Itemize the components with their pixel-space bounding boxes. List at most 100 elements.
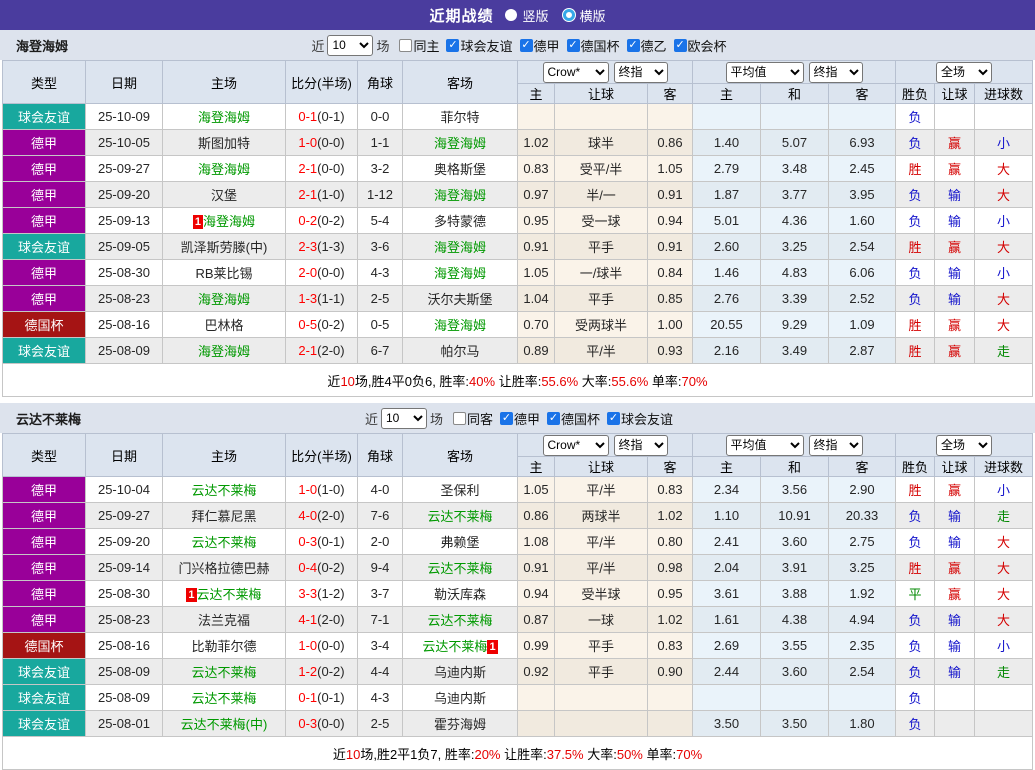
type-badge-cell: 球会友谊 xyxy=(2,684,86,711)
summary-segment: 场,胜2平1负7, 胜率: xyxy=(360,746,475,762)
corner-cell: 6-7 xyxy=(357,337,403,364)
league-checkbox[interactable]: ✓ xyxy=(547,411,561,425)
result-goals-cell: 走 xyxy=(974,337,1033,364)
league-checkbox[interactable]: ✓ xyxy=(673,38,687,52)
away-team-name: 沃尔夫斯堡 xyxy=(427,292,493,307)
corner-cell: 1-12 xyxy=(357,181,403,208)
avg-away-cell: 2.54 xyxy=(828,658,896,685)
league-label: 德甲 xyxy=(533,38,560,54)
home-team-name: RB莱比锡 xyxy=(195,266,253,281)
date-cell: 25-08-30 xyxy=(85,580,163,607)
league-checkbox[interactable]: ✓ xyxy=(500,411,513,425)
avg-home-cell: 1.46 xyxy=(692,259,761,286)
score-cell: 2-1(1-0) xyxy=(285,181,358,208)
same-venue-checkbox[interactable] xyxy=(399,38,413,52)
fulltime-select[interactable]: 全场 xyxy=(936,434,992,456)
away-team-name: 弗赖堡 xyxy=(440,535,480,550)
period-select[interactable]: 10 xyxy=(380,407,427,429)
corner-cell: 4-3 xyxy=(357,684,403,711)
home-team-name: 斯图加特 xyxy=(197,136,250,151)
odds-home-cell: 0.83 xyxy=(517,155,555,182)
fulltime-select[interactable]: 全场 xyxy=(936,61,992,83)
fulltime-score: 0-1 xyxy=(298,109,318,124)
home-team-name: 拜仁慕尼黑 xyxy=(191,509,257,524)
result-goals-cell xyxy=(974,684,1033,711)
odds-final-select[interactable]: 终指 xyxy=(613,61,668,83)
avg-home-cell xyxy=(692,684,761,711)
type-badge-cell: 德甲 xyxy=(2,285,86,312)
summary-segment: 40% xyxy=(469,373,496,389)
sub-col-header: 客 xyxy=(828,83,896,104)
avg-draw-cell: 3.60 xyxy=(760,528,829,555)
league-label: 德甲 xyxy=(514,411,541,427)
result-handicap-cell: 输 xyxy=(934,259,975,286)
layout-radio-vertical[interactable]: 竖版 xyxy=(505,6,549,25)
summary-segment: 55.6% xyxy=(611,373,649,389)
fulltime-score: 0-2 xyxy=(298,213,318,228)
handicap-cell: 受一球 xyxy=(554,207,648,234)
avg-final-select[interactable]: 终指 xyxy=(808,61,863,83)
odds-away-cell: 0.93 xyxy=(647,337,693,364)
odds-company-select[interactable]: Crow* xyxy=(542,61,609,83)
avg-away-cell: 20.33 xyxy=(828,502,896,529)
home-team-name: 比勒菲尔德 xyxy=(191,639,257,654)
avg-away-cell xyxy=(828,684,896,711)
home-team-cell: 1 云达不莱梅 xyxy=(162,580,286,607)
avg-away-cell: 6.93 xyxy=(828,129,896,156)
away-team-name: 霍芬海姆 xyxy=(433,717,486,732)
result-wdl-cell: 胜 xyxy=(895,476,935,503)
away-team-cell: 奥格斯堡 xyxy=(402,155,518,182)
avg-draw-cell: 3.77 xyxy=(760,181,829,208)
fulltime-score: 0-3 xyxy=(298,716,318,731)
fulltime-score: 1-0 xyxy=(298,135,318,150)
odds-final-select[interactable]: 终指 xyxy=(613,434,668,456)
sub-col-header: 主 xyxy=(517,456,555,477)
home-team-cell: 海登海姆 xyxy=(162,155,286,182)
avg-draw-cell: 4.38 xyxy=(760,606,829,633)
corner-cell: 2-5 xyxy=(357,710,403,737)
odds-home-cell: 0.92 xyxy=(517,658,555,685)
away-team-cell: 云达不莱梅 xyxy=(402,502,518,529)
table-row: 德甲 25-09-13 1 海登海姆 0-2(0-2) 5-4 多特蒙德 0.95 受一球 0.9… xyxy=(2,207,1033,234)
radio-label: 竖版 xyxy=(522,8,549,24)
avg-select[interactable]: 平均值 xyxy=(725,434,804,456)
odds-away-cell: 1.02 xyxy=(647,502,693,529)
period-select[interactable]: 10 xyxy=(327,34,374,56)
league-checkbox[interactable]: ✓ xyxy=(519,38,533,52)
odds-away-cell: 0.86 xyxy=(647,129,693,156)
league-checkbox[interactable]: ✓ xyxy=(626,38,640,52)
away-team-name: 海登海姆 xyxy=(433,266,486,281)
odds-company-select[interactable]: Crow* xyxy=(542,434,609,456)
away-team-name: 圣保利 xyxy=(440,483,480,498)
filter-bar: 近 10 场同客 ✓ 德甲 ✓ 德国杯 ✓ 球会友谊 xyxy=(362,407,673,429)
away-team-name: 海登海姆 xyxy=(433,136,486,151)
radio-label: 横版 xyxy=(579,8,606,24)
avg-final-select[interactable]: 终指 xyxy=(808,434,863,456)
league-checkbox[interactable]: ✓ xyxy=(446,38,460,52)
fulltime-score: 4-0 xyxy=(298,508,318,523)
score-cell: 2-1(0-0) xyxy=(285,155,358,182)
table-row: 德甲 25-10-04 云达不莱梅 1-0(1-0) 4-0 圣保利 1.05 平/半 0.83… xyxy=(2,476,1033,503)
result-wdl-cell: 负 xyxy=(895,207,935,234)
result-goals-cell: 走 xyxy=(974,658,1033,685)
halftime-score: (0-1) xyxy=(317,109,345,124)
handicap-cell: 半/一 xyxy=(554,181,648,208)
layout-radio-horizontal[interactable]: 横版 xyxy=(562,6,606,25)
same-venue-checkbox[interactable] xyxy=(452,411,466,425)
games-label: 场 xyxy=(376,38,390,54)
result-goals-cell: 小 xyxy=(974,476,1033,503)
odds-away-cell: 0.83 xyxy=(647,632,693,659)
result-wdl-cell: 负 xyxy=(895,103,935,130)
league-checkbox[interactable]: ✓ xyxy=(607,411,621,425)
fulltime-score: 3-3 xyxy=(298,586,318,601)
score-cell: 1-0(1-0) xyxy=(285,476,358,503)
avg-draw-cell: 3.56 xyxy=(760,476,829,503)
avg-away-cell: 2.52 xyxy=(828,285,896,312)
league-checkbox[interactable]: ✓ xyxy=(566,38,580,52)
type-badge-cell: 德甲 xyxy=(2,502,86,529)
avg-select[interactable]: 平均值 xyxy=(725,61,804,83)
away-team-cell: 霍芬海姆 xyxy=(402,710,518,737)
result-handicap-cell: 赢 xyxy=(934,311,975,338)
avg-away-cell: 2.35 xyxy=(828,632,896,659)
away-team-cell: 圣保利 xyxy=(402,476,518,503)
